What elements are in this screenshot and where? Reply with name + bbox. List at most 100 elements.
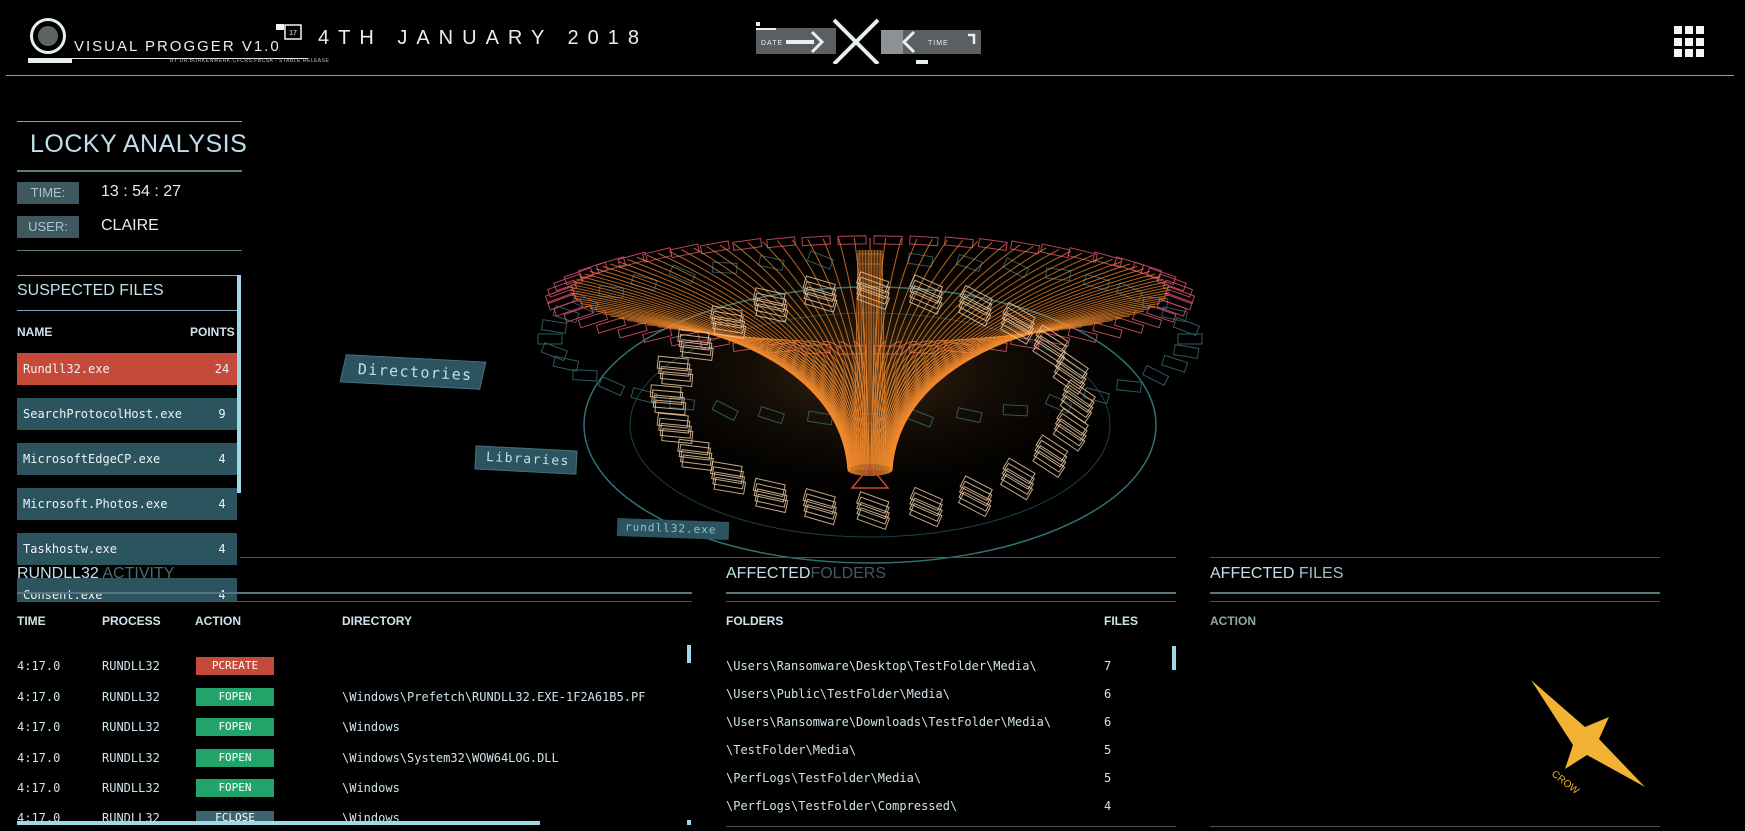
folders-title-main: AFFECTED [726,565,811,582]
col-action-files: ACTION [1210,614,1256,628]
logo-underline [28,58,72,63]
row-action-badge: PCREATE [196,657,274,675]
time-tag: TIME: [17,182,79,204]
suspected-file-row[interactable]: Rundll32.exe 24 [17,353,237,385]
current-date: 4TH JANUARY 2018 [318,27,649,49]
activity-row[interactable]: 4:17.0 RUNDLL32 FOPEN \Windows [17,718,677,750]
files-bottom-rule [1210,826,1660,827]
folder-path: \PerfLogs\TestFolder\Compressed\ [726,799,958,813]
suspected-file-row[interactable]: SearchProtocolHost.exe 9 [17,398,237,430]
activity-row[interactable]: 4:17.0 RUNDLL32 FOPEN \Windows [17,779,677,811]
process-label: rundll32.exe [624,520,717,537]
user-rule [17,250,242,251]
files-header-rule2 [1210,601,1660,602]
date-time-switch[interactable]: DATE TIME [756,18,986,64]
folder-path: \Users\Public\TestFolder\Media\ [726,687,950,701]
row-directory: \Windows\System32\WOW64LOG.DLL [342,751,559,765]
suspected-top-rule [17,275,237,276]
file-name: Rundll32.exe [23,362,110,376]
files-title: AFFECTED FILES [1210,565,1343,583]
activity-vertical-scrollbar[interactable] [687,645,691,663]
activity-title-dim: ACTIVITY [102,565,175,582]
files-header-rule [1210,592,1660,594]
folders-bottom-rule [726,826,1176,827]
row-action-badge: FOPEN [196,718,274,736]
suspected-file-row[interactable]: MicrosoftEdgeCP.exe 4 [17,443,237,475]
file-points: 4 [218,588,226,602]
folder-file-count: 6 [1104,715,1112,729]
activity-row[interactable]: 4:17.0 RUNDLL32 FOPEN \Windows\Prefetch\… [17,688,677,720]
analysis-top-rule [17,121,242,122]
app-subtitle: BY DR.BORKENWERK.CFCRS.FBCSA - STABLE RE… [170,58,330,64]
folder-row[interactable]: \Users\Public\TestFolder\Media\ 6 [726,687,1176,715]
folder-path: \Users\Ransomware\Downloads\TestFolder\M… [726,715,1052,729]
folders-vertical-scrollbar[interactable] [1172,646,1176,670]
col-name: NAME [17,325,53,339]
row-action-badge: FOPEN [196,779,274,797]
activity-title: RUNDLL32 ACTIVITY [17,565,174,583]
col-directory: DIRECTORY [342,614,413,628]
files-title-dim: FILES [1298,565,1344,582]
activity-title-main: RUNDLL32 [17,565,99,582]
process-visualization [537,220,1203,564]
file-name: Microsoft.Photos.exe [23,497,168,511]
folder-file-count: 5 [1104,743,1112,757]
analysis-bottom-rule [17,170,242,172]
activity-header-rule2 [17,601,692,602]
row-directory: \Windows\Prefetch\RUNDLL32.EXE-1F2A61B5.… [342,690,646,704]
file-name: Consent.exe [23,588,103,602]
analysis-title: LOCKY ANALYSIS [30,130,248,158]
row-action-badge: FOPEN [196,749,274,767]
suspected-files-title: SUSPECTED FILES [17,282,164,299]
file-name: SearchProtocolHost.exe [23,407,182,421]
row-process: RUNDLL32 [102,690,160,704]
file-name: MicrosoftEdgeCP.exe [23,452,161,466]
user-tag: USER: [17,216,79,238]
folder-path: \PerfLogs\TestFolder\Media\ [726,771,922,785]
activity-header-rule [17,592,692,594]
process-label-box[interactable]: rundll32.exe [616,518,730,540]
col-folders: FOLDERS [726,614,784,628]
files-top-rule [1210,557,1660,558]
activity-folders-top-rule [240,557,1176,558]
activity-row[interactable]: 4:17.0 RUNDLL32 PCREATE [17,657,677,689]
crow-logo-text: CROW [1549,769,1581,798]
time-label: TIME [928,40,949,47]
col-files: FILES [1104,614,1139,628]
folders-header-rule2 [726,601,1176,602]
folder-row[interactable]: \Users\Ransomware\Downloads\TestFolder\M… [726,715,1176,743]
row-time: 4:17.0 [17,690,61,704]
suspected-file-row[interactable]: Taskhostw.exe 4 [17,533,237,565]
folder-path: \TestFolder\Media\ [726,743,857,757]
row-time: 4:17.0 [17,751,61,765]
row-process: RUNDLL32 [102,781,160,795]
folder-row[interactable]: \PerfLogs\TestFolder\Compressed\ 4 [726,799,1176,827]
directories-label: Directories [357,360,474,385]
activity-horizontal-scrollbar[interactable] [17,821,540,825]
file-points: 4 [218,497,226,511]
file-points: 9 [218,407,226,421]
app-logo-icon [30,18,66,54]
suspected-scrollbar[interactable] [237,275,241,493]
suspected-mid-rule [17,310,237,311]
activity-scroll-end [687,820,691,825]
date-label: DATE [761,40,783,47]
activity-row[interactable]: 4:17.0 RUNDLL32 FOPEN \Windows\System32\… [17,749,677,781]
folders-title-dim: FOLDERS [810,565,887,582]
folder-file-count: 6 [1104,687,1112,701]
analysis-user: CLAIRE [101,217,159,234]
folders-title: AFFECTEDFOLDERS [726,565,886,583]
suspected-file-row[interactable]: Microsoft.Photos.exe 4 [17,488,237,520]
row-time: 4:17.0 [17,720,61,734]
files-title-main: AFFECTED [1210,565,1295,582]
folder-file-count: 7 [1104,659,1112,673]
folder-row[interactable]: \TestFolder\Media\ 5 [726,743,1176,771]
folder-row[interactable]: \Users\Ransomware\Desktop\TestFolder\Med… [726,659,1176,687]
apps-grid-icon[interactable] [1674,26,1706,58]
row-time: 4:17.0 [17,781,61,795]
crow-logo-icon: CROW [1531,680,1645,798]
row-process: RUNDLL32 [102,720,160,734]
row-time: 4:17.0 [17,659,61,673]
folder-file-count: 4 [1104,799,1112,813]
folder-row[interactable]: \PerfLogs\TestFolder\Media\ 5 [726,771,1176,799]
